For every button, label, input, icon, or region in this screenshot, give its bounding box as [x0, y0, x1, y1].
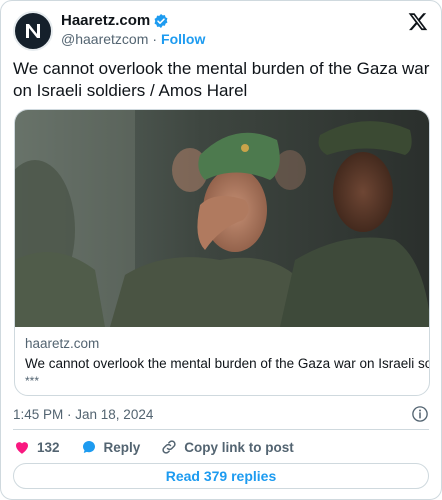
reply-label: Reply	[103, 439, 141, 455]
like-button[interactable]: 132	[13, 438, 60, 456]
handle-separator: ·	[152, 31, 158, 47]
author-display-name[interactable]: Haaretz.com	[61, 12, 150, 29]
link-preview-card[interactable]: haaretz.com We cannot overlook the menta…	[14, 109, 430, 396]
post-timestamp[interactable]: 1:45 PM · Jan 18, 2024	[13, 407, 153, 422]
link-meta: haaretz.com We cannot overlook the menta…	[25, 336, 429, 388]
author-handle[interactable]: @haaretzcom	[61, 31, 148, 47]
verified-badge-icon	[154, 13, 168, 28]
link-domain: haaretz.com	[25, 336, 100, 351]
copy-link-button[interactable]: Copy link to post	[160, 438, 294, 456]
copy-link-label: Copy link to post	[184, 439, 294, 455]
x-logo-icon[interactable]	[407, 11, 429, 33]
author-avatar[interactable]	[13, 11, 53, 51]
follow-button[interactable]: Follow	[161, 31, 205, 47]
reply-button[interactable]: Reply	[80, 438, 141, 456]
timestamp-row: 1:45 PM · Jan 18, 2024	[13, 404, 429, 424]
heart-icon	[16, 442, 28, 454]
info-icon[interactable]	[411, 405, 429, 423]
embedded-post-card: Haaretz.com @haaretzcom · Follow We cann…	[0, 0, 442, 500]
soldiers-photo	[15, 110, 429, 327]
link-icon	[162, 440, 176, 454]
like-count: 132	[37, 439, 60, 455]
link-title[interactable]: We cannot overlook the mental burden of …	[25, 356, 429, 371]
read-replies-button[interactable]: Read 379 replies	[13, 463, 429, 489]
post-text: We cannot overlook the mental burden of …	[13, 59, 430, 100]
action-bar: 132 Reply Copy link to post	[13, 436, 314, 458]
haaretz-logo-icon	[26, 24, 40, 38]
link-description: ***	[25, 374, 40, 388]
speech-bubble-icon	[82, 441, 95, 453]
author-names: Haaretz.com @haaretzcom · Follow	[61, 12, 205, 47]
post-header: Haaretz.com @haaretzcom · Follow	[13, 11, 429, 51]
divider	[13, 429, 429, 430]
